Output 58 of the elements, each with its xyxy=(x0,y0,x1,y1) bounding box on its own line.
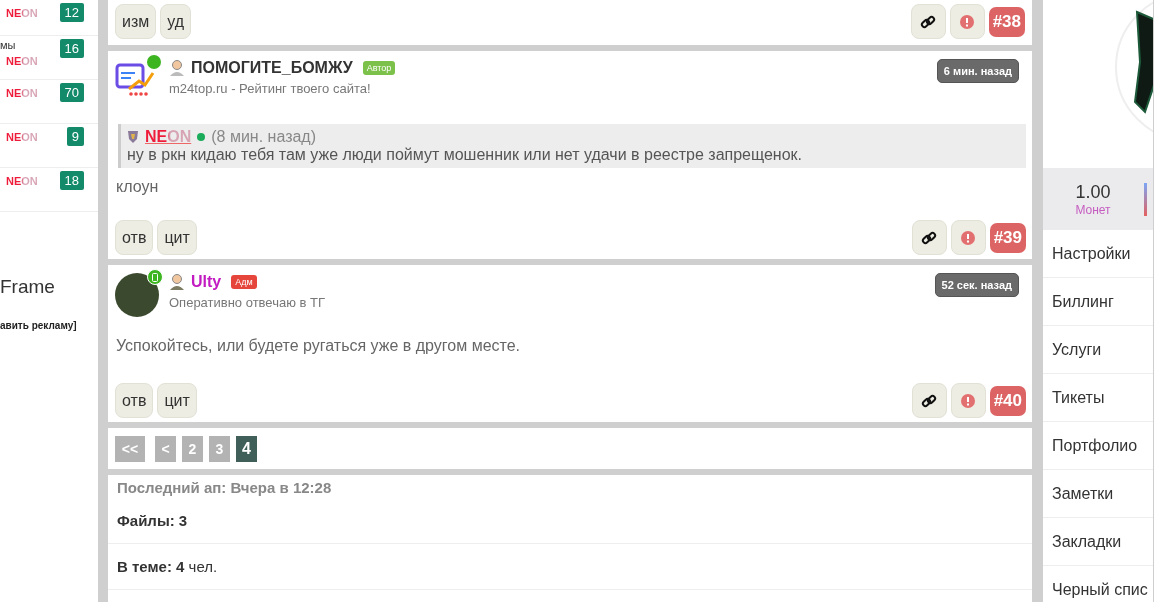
topic-title[interactable]: мы xyxy=(0,39,16,51)
alert-icon xyxy=(960,14,975,29)
reply-count: 70 xyxy=(59,83,84,102)
coins-value: 1.00 xyxy=(1075,181,1111,203)
avatar-photo-placeholder xyxy=(115,273,159,317)
user-icon xyxy=(169,273,185,291)
alert-icon xyxy=(961,230,976,245)
username-link[interactable]: NEON xyxy=(6,87,38,99)
reply-count: 9 xyxy=(66,127,84,146)
quote-time: (8 мин. назад) xyxy=(211,128,317,146)
menu-item[interactable]: Тикеты xyxy=(1043,374,1153,422)
coins-label: Монет xyxy=(1075,202,1111,217)
link-icon xyxy=(921,392,938,409)
link-button[interactable] xyxy=(911,220,947,255)
action-button[interactable]: изм xyxy=(115,4,157,39)
quote-text: ну в ркн кидаю тебя там уже люди поймут мошенник или нет удачи в реестре запрещенок. xyxy=(127,146,804,164)
reply-count: 16 xyxy=(59,39,84,58)
menu-item[interactable]: Настройки xyxy=(1043,230,1153,278)
widget-title: Frame xyxy=(0,276,56,298)
username-link[interactable]: NEON xyxy=(6,131,38,143)
menu-item[interactable]: Закладки xyxy=(1043,518,1153,566)
members-count: В теме: 4 чел. xyxy=(108,544,1032,590)
menu-item[interactable]: Биллинг xyxy=(1043,278,1153,326)
menu-item[interactable]: Услуги xyxy=(1043,326,1153,374)
action-button[interactable]: отв xyxy=(115,220,154,255)
action-button[interactable]: уд xyxy=(160,4,192,39)
alert-icon xyxy=(961,393,976,408)
reply-count: 12 xyxy=(59,3,84,22)
username-link[interactable]: NEON xyxy=(6,55,38,67)
author-name[interactable]: ПОМОГИТЕ_БОМЖУ xyxy=(191,59,353,77)
shield-icon xyxy=(127,130,139,144)
username-link[interactable]: NEON xyxy=(6,175,38,187)
link-button[interactable] xyxy=(910,4,946,39)
page-button[interactable]: 4 xyxy=(236,436,257,462)
user-status: m24top.ru - Рейтинг твоего сайта! xyxy=(169,81,372,96)
link-icon xyxy=(921,229,938,246)
user-status: Оперативно отвечаю в ТГ xyxy=(169,295,327,310)
role-badge: Адм xyxy=(231,275,257,289)
files-count: Файлы: 3 xyxy=(108,496,1032,544)
action-button[interactable]: цит xyxy=(157,383,197,418)
user-icon xyxy=(169,59,185,77)
post-time: 52 сек. назад xyxy=(934,273,1019,297)
reply-count: 18 xyxy=(59,171,84,190)
post-text: клоун xyxy=(116,178,160,196)
action-button[interactable]: отв xyxy=(115,383,154,418)
menu-item[interactable]: Черный спис xyxy=(1043,566,1153,602)
link-button[interactable] xyxy=(911,383,947,418)
author-name[interactable]: Ulty xyxy=(191,273,222,291)
username-link[interactable]: NEON xyxy=(6,7,38,19)
menu-item[interactable]: Заметки xyxy=(1043,470,1153,518)
last-update: Последний ап: Вчера в 12:28 xyxy=(116,478,333,496)
post-text: Успокойтесь, или будете ругаться уже в другом месте. xyxy=(116,337,522,355)
post-time: 6 мин. назад xyxy=(936,59,1019,83)
ad-link[interactable]: авить рекламу] xyxy=(0,320,98,331)
menu-item[interactable]: Портфолио xyxy=(1043,422,1153,470)
link-icon xyxy=(920,13,937,30)
action-button[interactable]: цит xyxy=(157,220,197,255)
role-badge: Автор xyxy=(362,61,396,75)
